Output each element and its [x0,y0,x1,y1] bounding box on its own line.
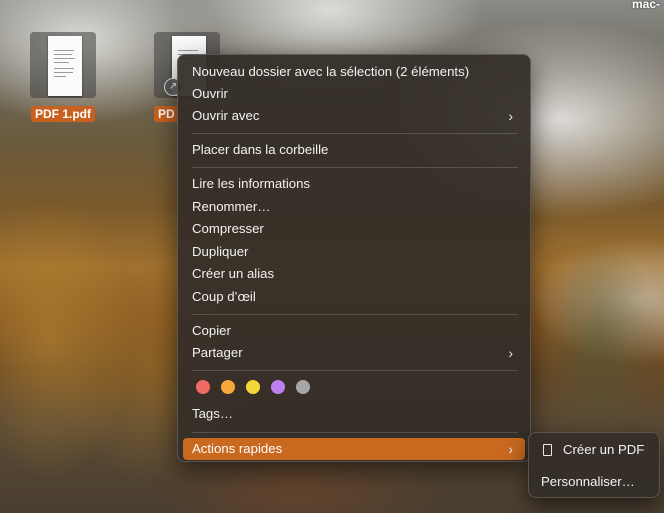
menu-item-tags[interactable]: Tags… [183,403,525,425]
menu-item-rename[interactable]: Renommer… [183,196,525,218]
tag-gray[interactable] [296,380,310,394]
menu-item-quick-look[interactable]: Coup d’œil [183,286,525,308]
submenu-item-create-pdf[interactable]: Créer un PDF [535,439,653,461]
desktop-volume-label[interactable]: mac- [632,0,660,11]
tag-orange[interactable] [221,380,235,394]
menu-item-compress[interactable]: Compresser [183,218,525,240]
menu-separator [192,167,518,168]
menu-item-new-folder-with-selection[interactable]: Nouveau dossier avec la sélection (2 élé… [183,61,525,83]
document-icon [543,444,552,456]
menu-separator [192,370,518,371]
menu-item-open-with[interactable]: Ouvrir avec › [183,105,525,127]
menu-item-quick-actions[interactable]: Actions rapides › [183,438,525,460]
quick-actions-submenu: Créer un PDF Personnaliser… [528,432,660,498]
tag-red[interactable] [196,380,210,394]
menu-item-get-info[interactable]: Lire les informations [183,173,525,195]
menu-item-move-to-trash[interactable]: Placer dans la corbeille [183,139,525,161]
submenu-item-customize[interactable]: Personnaliser… [535,471,653,493]
context-menu: Nouveau dossier avec la sélection (2 élé… [177,54,531,462]
menu-item-open[interactable]: Ouvrir [183,83,525,105]
menu-separator [192,133,518,134]
chevron-right-icon: › [508,108,513,124]
pdf-document-icon [48,36,82,96]
chevron-right-icon: › [508,345,513,361]
tag-yellow[interactable] [246,380,260,394]
chevron-right-icon: › [508,441,513,457]
tag-purple[interactable] [271,380,285,394]
file-label: PDF 1.pdf [31,106,95,122]
file-label: PD [154,106,179,122]
menu-item-duplicate[interactable]: Dupliquer [183,241,525,263]
menu-item-share[interactable]: Partager › [183,342,525,364]
menu-item-copy[interactable]: Copier [183,320,525,342]
menu-separator [192,314,518,315]
menu-item-make-alias[interactable]: Créer un alias [183,263,525,285]
menu-separator [192,432,518,433]
desktop-file-pdf1[interactable]: PDF 1.pdf [26,32,100,128]
file-thumbnail [30,32,96,98]
